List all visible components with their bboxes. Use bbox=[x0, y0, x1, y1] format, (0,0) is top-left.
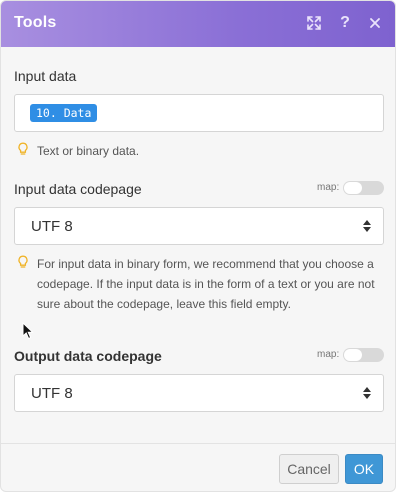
dialog-title: Tools bbox=[14, 14, 57, 31]
output-codepage-select[interactable]: UTF 8 bbox=[14, 374, 384, 412]
output-codepage-map-toggle[interactable] bbox=[343, 348, 384, 362]
expand-icon[interactable] bbox=[303, 12, 325, 34]
input-data-label: Input data bbox=[14, 68, 77, 84]
tools-dialog: Tools ? Input data 10. Data Text or bina bbox=[0, 0, 396, 492]
lightbulb-icon bbox=[18, 142, 28, 155]
output-codepage-value: UTF 8 bbox=[31, 385, 73, 402]
input-codepage-hint: For input data in binary form, we recomm… bbox=[37, 257, 375, 311]
dialog-header: Tools ? bbox=[1, 1, 395, 47]
mouse-cursor-icon bbox=[22, 322, 34, 340]
toggle-knob bbox=[344, 349, 362, 361]
input-data-hint: Text or binary data. bbox=[37, 144, 140, 158]
toggle-knob bbox=[344, 182, 362, 194]
input-data-field[interactable]: 10. Data bbox=[14, 94, 384, 132]
updown-caret-icon bbox=[363, 385, 371, 401]
updown-caret-icon bbox=[363, 218, 371, 234]
cancel-button[interactable]: Cancel bbox=[279, 454, 339, 484]
input-codepage-map-toggle[interactable] bbox=[343, 181, 384, 195]
input-codepage-select[interactable]: UTF 8 bbox=[14, 207, 384, 245]
output-codepage-map-label: map: bbox=[317, 349, 340, 360]
close-icon[interactable] bbox=[364, 12, 386, 34]
input-codepage-map-label: map: bbox=[317, 182, 340, 193]
ok-button[interactable]: OK bbox=[345, 454, 383, 484]
help-icon[interactable]: ? bbox=[334, 12, 356, 34]
input-codepage-label: Input data codepage bbox=[14, 181, 142, 197]
input-codepage-value: UTF 8 bbox=[31, 218, 73, 235]
output-codepage-label: Output data codepage bbox=[14, 348, 162, 364]
lightbulb-icon bbox=[18, 255, 28, 268]
mapped-token[interactable]: 10. Data bbox=[30, 104, 98, 122]
